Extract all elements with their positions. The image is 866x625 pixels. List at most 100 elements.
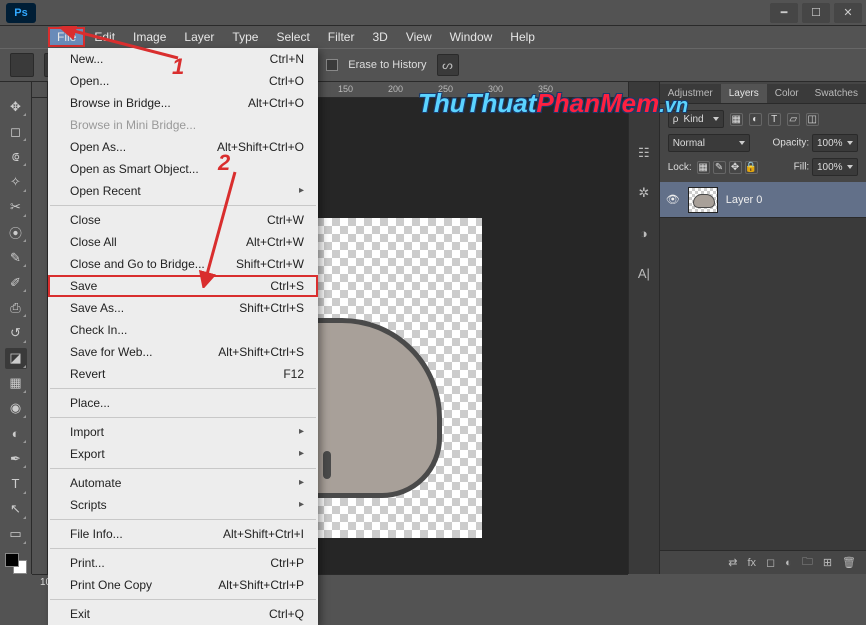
lock-pixels-icon[interactable]: ✎ <box>713 161 726 174</box>
tab-color[interactable]: Color <box>767 84 807 103</box>
adjustment-layer-icon[interactable]: ◐ <box>785 557 792 569</box>
minimize-button[interactable]: ━ <box>770 3 798 23</box>
menu-item-open-as-smart-object[interactable]: Open as Smart Object... <box>48 158 318 180</box>
eraser-tool[interactable]: ◪ <box>5 348 27 369</box>
lock-transparency-icon[interactable]: ▦ <box>697 161 710 174</box>
color-swatch[interactable] <box>5 553 27 574</box>
menu-edit[interactable]: Edit <box>85 27 124 47</box>
clone-stamp-tool[interactable]: ⎙ <box>5 297 27 318</box>
menu-image[interactable]: Image <box>124 27 175 47</box>
menu-item-save[interactable]: SaveCtrl+S <box>48 275 318 297</box>
paragraph-panel-icon[interactable]: A| <box>633 262 655 284</box>
opacity-input[interactable]: 100% <box>812 134 858 152</box>
menu-type[interactable]: Type <box>223 27 267 47</box>
menu-item-import[interactable]: Import <box>48 421 318 443</box>
link-layers-icon[interactable]: ⇄ <box>728 556 737 569</box>
menu-item-save-for-web[interactable]: Save for Web...Alt+Shift+Ctrl+S <box>48 341 318 363</box>
character-panel-icon[interactable]: ◑ <box>633 222 655 244</box>
menu-item-open-recent[interactable]: Open Recent <box>48 180 318 202</box>
menu-filter[interactable]: Filter <box>319 27 364 47</box>
rectangle-tool[interactable]: ▭ <box>5 524 27 545</box>
tablet-pressure-icon[interactable]: ᔕ <box>437 54 459 76</box>
layer-row[interactable]: 👁 Layer 0 <box>660 182 866 218</box>
erase-history-checkbox[interactable] <box>326 59 338 71</box>
menu-item-browse-in-bridge[interactable]: Browse in Bridge...Alt+Ctrl+O <box>48 92 318 114</box>
menu-select[interactable]: Select <box>267 27 318 47</box>
gradient-tool[interactable]: ▦ <box>5 373 27 394</box>
ruler-corner <box>32 82 48 98</box>
group-icon[interactable]: 🗀 <box>802 553 813 572</box>
new-layer-icon[interactable]: ⊞ <box>823 556 832 569</box>
menu-3d[interactable]: 3D <box>363 27 396 47</box>
healing-brush-tool[interactable]: ✎ <box>5 247 27 268</box>
tab-swatches[interactable]: Swatches <box>807 84 866 103</box>
properties-panel-icon[interactable]: ✲ <box>633 182 655 204</box>
move-tool[interactable]: ✥ <box>5 96 27 117</box>
lock-all-icon[interactable]: 🔒 <box>745 161 758 174</box>
menu-item-revert[interactable]: RevertF12 <box>48 363 318 385</box>
menu-item-automate[interactable]: Automate <box>48 472 318 494</box>
fill-input[interactable]: 100% <box>812 158 858 176</box>
blend-mode-dropdown[interactable]: Normal <box>668 134 750 152</box>
tool-preset-picker[interactable] <box>10 53 34 77</box>
visibility-eye-icon[interactable]: 👁 <box>666 193 680 206</box>
menu-item-exit[interactable]: ExitCtrl+Q <box>48 603 318 625</box>
lasso-tool[interactable]: ⟃ <box>5 146 27 167</box>
lock-label: Lock: <box>668 162 692 173</box>
lock-position-icon[interactable]: ✥ <box>729 161 742 174</box>
menu-window[interactable]: Window <box>441 27 502 47</box>
menu-help[interactable]: Help <box>501 27 544 47</box>
maximize-button[interactable]: ☐ <box>802 3 830 23</box>
menu-layer[interactable]: Layer <box>175 27 223 47</box>
delete-layer-icon[interactable]: 🗑 <box>842 556 856 569</box>
layer-style-icon[interactable]: fx <box>747 557 756 569</box>
filter-pixel-icon[interactable]: ▦ <box>730 113 743 126</box>
magic-wand-tool[interactable]: ✧ <box>5 171 27 192</box>
filter-smart-icon[interactable]: ◫ <box>806 113 819 126</box>
menu-item-close-all[interactable]: Close AllAlt+Ctrl+W <box>48 231 318 253</box>
fill-label: Fill: <box>794 162 810 173</box>
layer-kind-filter[interactable]: ρ Kind <box>668 110 724 128</box>
tab-layers[interactable]: Layers <box>721 84 767 103</box>
dodge-tool[interactable]: ◐ <box>5 423 27 444</box>
filter-shape-icon[interactable]: ▱ <box>787 113 800 126</box>
menu-item-scripts[interactable]: Scripts <box>48 494 318 516</box>
history-panel-icon[interactable]: ☷ <box>633 142 655 164</box>
layer-name[interactable]: Layer 0 <box>726 194 763 206</box>
panel-dock: ☷ ✲ ◑ A| <box>629 82 660 574</box>
title-bar: Ps ━ ☐ ✕ <box>0 0 866 26</box>
toolbox: ✥ ◻ ⟃ ✧ ✂ ⦿ ✎ ✐ ⎙ ↺ ◪ ▦ ◉ ◐ ✒ T ↖ ▭ <box>0 82 32 574</box>
brush-tool[interactable]: ✐ <box>5 272 27 293</box>
marquee-tool[interactable]: ◻ <box>5 121 27 142</box>
menu-item-export[interactable]: Export <box>48 443 318 465</box>
menu-item-print[interactable]: Print...Ctrl+P <box>48 552 318 574</box>
eyedropper-tool[interactable]: ⦿ <box>5 222 27 243</box>
menu-item-place[interactable]: Place... <box>48 392 318 414</box>
layer-thumbnail[interactable] <box>688 187 718 213</box>
path-selection-tool[interactable]: ↖ <box>5 499 27 520</box>
menu-item-save-as[interactable]: Save As...Shift+Ctrl+S <box>48 297 318 319</box>
history-brush-tool[interactable]: ↺ <box>5 322 27 343</box>
close-button[interactable]: ✕ <box>834 3 862 23</box>
menu-file[interactable]: File <box>48 27 85 47</box>
pen-tool[interactable]: ✒ <box>5 448 27 469</box>
menu-view[interactable]: View <box>397 27 441 47</box>
filter-type-icon[interactable]: T <box>768 113 781 126</box>
menu-item-file-info[interactable]: File Info...Alt+Shift+Ctrl+I <box>48 523 318 545</box>
layer-mask-icon[interactable]: ◻ <box>766 556 775 569</box>
ruler-vertical <box>32 98 48 574</box>
menu-item-close[interactable]: CloseCtrl+W <box>48 209 318 231</box>
blur-tool[interactable]: ◉ <box>5 398 27 419</box>
menu-item-close-and-go-to-bridge[interactable]: Close and Go to Bridge...Shift+Ctrl+W <box>48 253 318 275</box>
layers-footer: ⇄ fx ◻ ◐ 🗀 ⊞ 🗑 <box>660 550 866 574</box>
erase-history-label: Erase to History <box>348 59 426 71</box>
annotation-step-2: 2 <box>218 150 230 176</box>
crop-tool[interactable]: ✂ <box>5 197 27 218</box>
menu-item-print-one-copy[interactable]: Print One CopyAlt+Shift+Ctrl+P <box>48 574 318 596</box>
type-tool[interactable]: T <box>5 473 27 494</box>
menu-item-check-in[interactable]: Check In... <box>48 319 318 341</box>
filter-adjust-icon[interactable]: ◐ <box>749 113 762 126</box>
layer-controls: ρ Kind ▦ ◐ T ▱ ◫ Normal Opacity: 100% Lo… <box>660 104 866 182</box>
tab-adjustments[interactable]: Adjustmer <box>660 84 721 103</box>
menu-item-open-as[interactable]: Open As...Alt+Shift+Ctrl+O <box>48 136 318 158</box>
